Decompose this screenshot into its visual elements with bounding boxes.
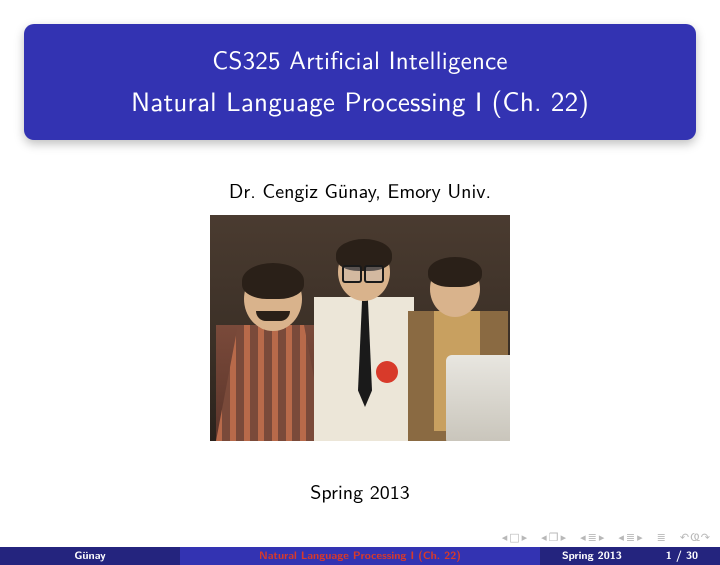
foot-right: Spring 2013 1 / 30 [540,547,720,565]
nav-subsubsection-icon[interactable]: ◂≣▸ [618,529,642,545]
nav-section-icon[interactable]: ◂❐▸ [541,529,566,545]
author-line: Dr. Cengiz Günay, Emory Univ. [0,176,720,205]
nav-appendix-icon[interactable]: ≣ [657,529,666,545]
date-line: Spring 2013 [0,477,720,506]
foot-title: Natural Language Processing I (Ch. 22) [180,547,540,565]
course-title: CS325 Artificial Intelligence [44,40,676,77]
title-block: CS325 Artificial Intelligence Natural La… [24,24,696,140]
foot-author: Günay [0,547,180,565]
foot-date: Spring 2013 [562,547,622,565]
lecture-title: Natural Language Processing I (Ch. 22) [44,81,676,120]
beamer-nav-symbols: ◂□▸ ◂❐▸ ◂≣▸ ◂≣▸ ≣ ↶Ҩ↷ [502,529,710,545]
title-image [210,215,510,441]
footline: Günay Natural Language Processing I (Ch.… [0,547,720,565]
nav-subsection-icon[interactable]: ◂≣▸ [580,529,604,545]
nav-back-icon[interactable]: ↶Ҩ↷ [680,529,710,545]
foot-page: 1 / 30 [666,547,698,565]
nav-frame-icon[interactable]: ◂□▸ [502,529,527,545]
